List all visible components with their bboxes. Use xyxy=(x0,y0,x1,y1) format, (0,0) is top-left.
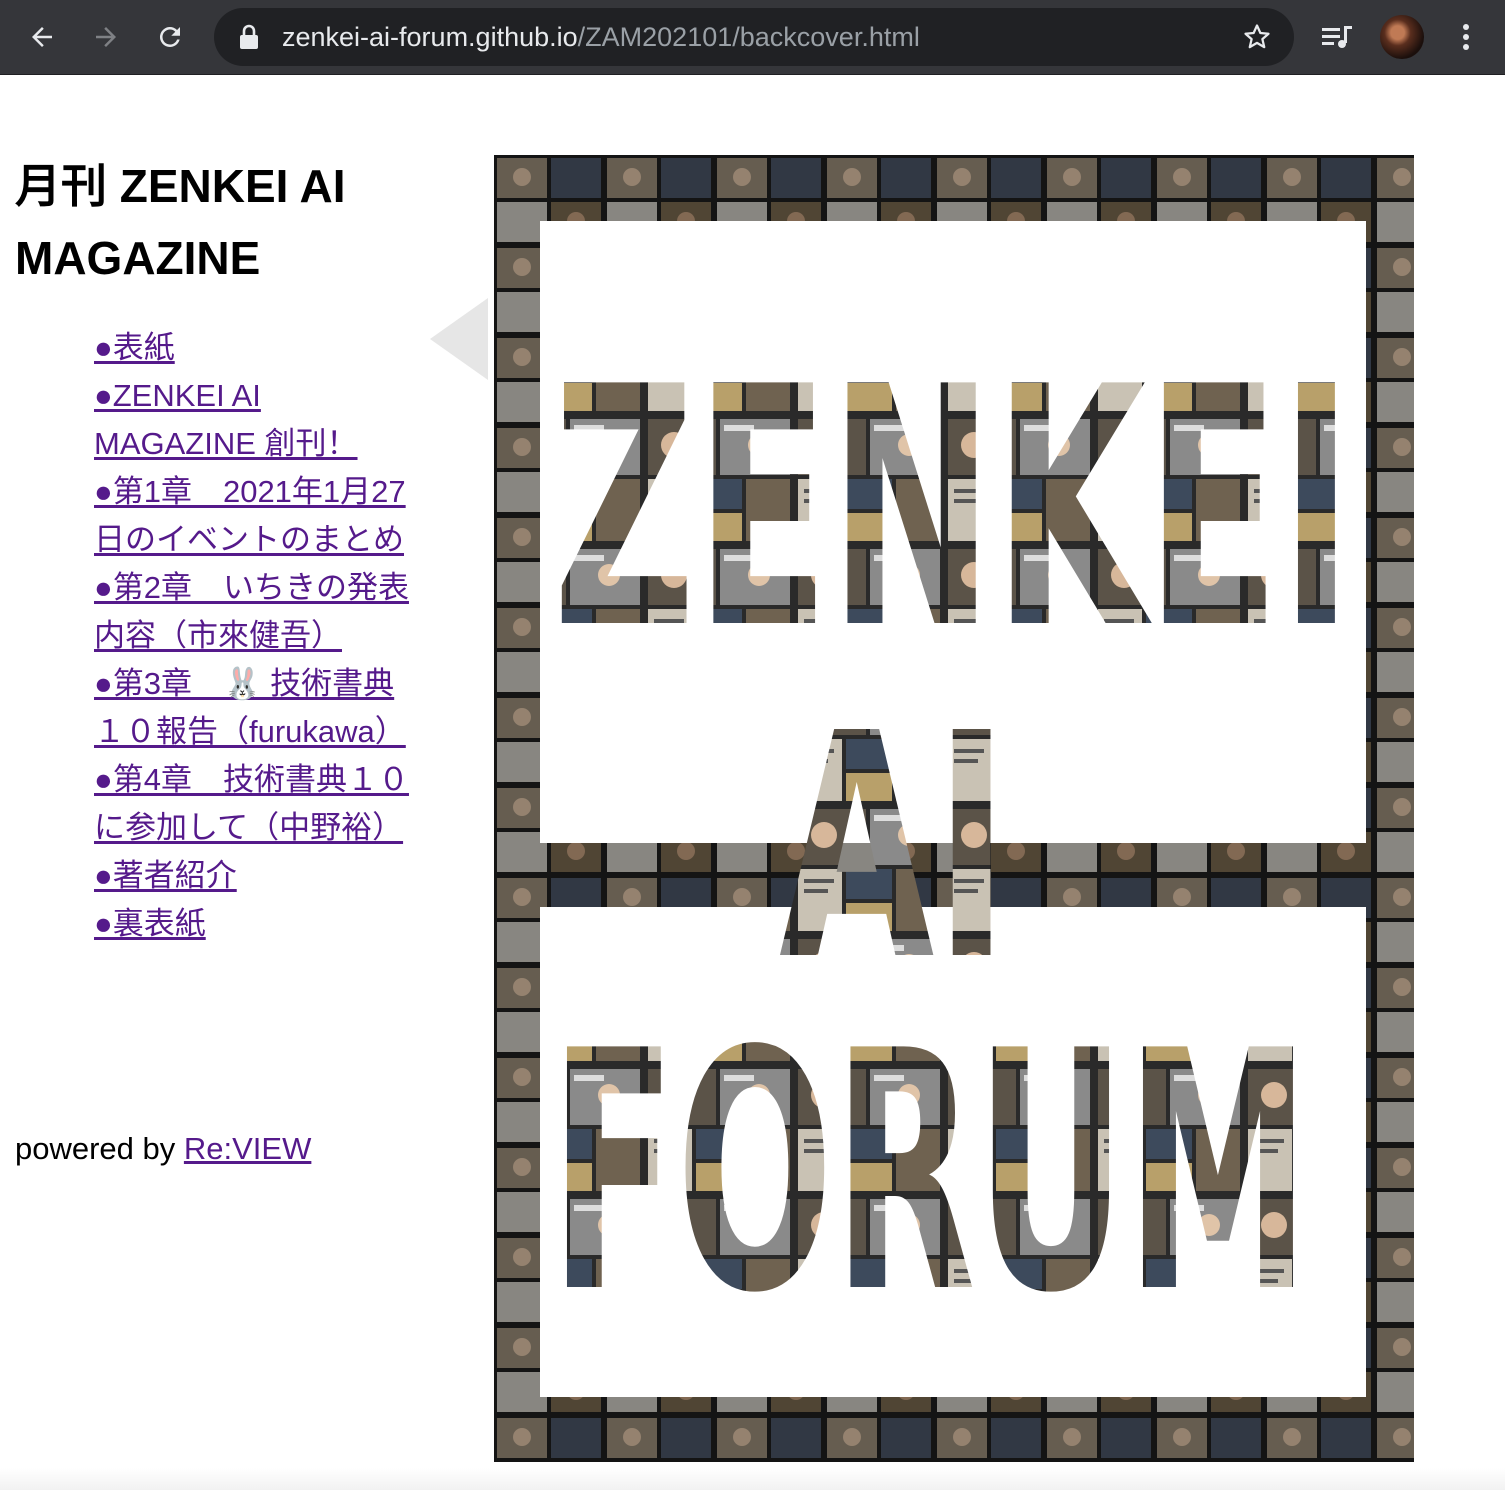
forward-arrow-icon[interactable] xyxy=(81,12,131,62)
menu-dots-icon[interactable] xyxy=(1441,12,1491,62)
address-bar[interactable]: zenkei-ai-forum.github.io/ZAM202101/back… xyxy=(214,8,1294,66)
toc-item: ●裏表紙 xyxy=(94,900,414,948)
toc-item: ●ZENKEI AI MAGAZINE 創刊！ xyxy=(94,372,414,468)
toc-item: ●著者紹介 xyxy=(94,852,414,900)
toc-item: ●第2章 いちきの発表内容（市來健吾） xyxy=(94,564,414,660)
toc-link-chapter-2[interactable]: ●第2章 いちきの発表内容（市來健吾） xyxy=(94,570,409,653)
browser-toolbar: zenkei-ai-forum.github.io/ZAM202101/back… xyxy=(0,0,1505,75)
toc-link-chapter-4[interactable]: ●第4章 技術書典１０に参加して（中野裕） xyxy=(94,762,409,845)
toc-item: ●第1章 2021年1月27日のイベントのまとめ xyxy=(94,468,414,564)
toc-link-backcover[interactable]: ●裏表紙 xyxy=(94,906,206,941)
cover-title-ai: AI xyxy=(779,668,1009,1029)
lock-icon[interactable] xyxy=(238,24,260,55)
media-queue-icon[interactable] xyxy=(1312,12,1362,62)
table-of-contents: ●表紙 ●ZENKEI AI MAGAZINE 創刊！ ●第1章 2021年1月… xyxy=(94,324,414,948)
profile-avatar[interactable] xyxy=(1380,15,1424,59)
back-arrow-icon[interactable] xyxy=(17,12,67,62)
review-link[interactable]: Re:VIEW xyxy=(184,1131,311,1166)
cover-title-zenkei: ZENKEI xyxy=(553,317,1353,701)
toc-link-chapter-1[interactable]: ●第1章 2021年1月27日のイベントのまとめ xyxy=(94,474,406,557)
toc-item: ●第3章 🐰 技術書典１０報告（furukawa） xyxy=(94,660,414,756)
toc-link-launch[interactable]: ●ZENKEI AI MAGAZINE 創刊！ xyxy=(94,378,358,461)
cover-title-forum: FORUM xyxy=(550,981,1310,1365)
previous-page-arrow-icon[interactable] xyxy=(430,298,488,380)
url-text[interactable]: zenkei-ai-forum.github.io/ZAM202101/back… xyxy=(282,8,920,66)
page-title: 月刊 ZENKEI AI MAGAZINE xyxy=(15,160,346,284)
star-icon[interactable] xyxy=(1242,22,1272,57)
toc-link-chapter-3[interactable]: ●第3章 🐰 技術書典１０報告（furukawa） xyxy=(94,666,406,749)
cover-collage: ZENKEI AI FORUM xyxy=(494,155,1414,1462)
toc-link-cover[interactable]: ●表紙 xyxy=(94,330,175,365)
reload-icon[interactable] xyxy=(145,12,195,62)
page-bottom-edge xyxy=(0,1468,1505,1490)
powered-by-label: powered by xyxy=(15,1131,184,1166)
powered-by: powered by Re:VIEW xyxy=(15,1125,311,1173)
toc-item: ●第4章 技術書典１０に参加して（中野裕） xyxy=(94,756,414,852)
toc-link-authors[interactable]: ●著者紹介 xyxy=(94,858,237,893)
back-cover-image: ZENKEI AI FORUM xyxy=(494,155,1414,1462)
toc-item: ●表紙 xyxy=(94,324,414,372)
